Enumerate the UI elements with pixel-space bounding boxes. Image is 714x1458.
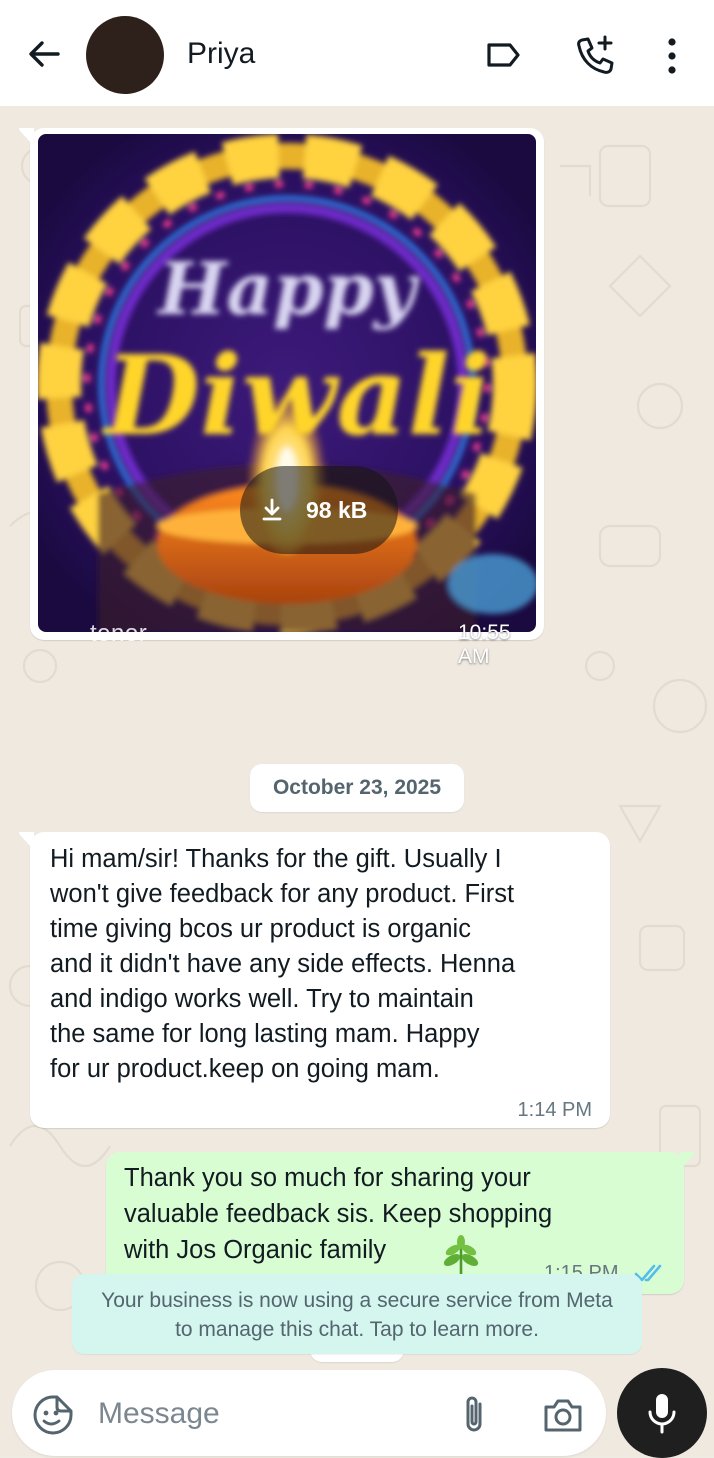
message-input[interactable] — [96, 1388, 440, 1440]
download-size-label: 98 kB — [306, 497, 368, 523]
message-time: 1:14 PM — [517, 1099, 592, 1121]
date-divider: October 23, 2025 — [250, 764, 464, 812]
avatar[interactable] — [86, 16, 164, 94]
tenor-watermark: tenor — [90, 620, 148, 647]
message-text: Hi mam/sir! Thanks for the gift. Usually… — [50, 845, 516, 1083]
diwali-gif-image[interactable]: Happy Diwali — [38, 134, 536, 632]
chat-area[interactable]: Happy Diwali 98 kB tenor 10:55 AM Octobe… — [0, 106, 714, 1456]
notice-text: Your business is now using a secure serv… — [101, 1289, 613, 1341]
voice-message-button[interactable] — [617, 1368, 707, 1458]
contact-name[interactable]: Priya — [187, 37, 255, 71]
message-time: 10:55 AM — [458, 621, 511, 668]
paperclip-icon[interactable] — [458, 1394, 492, 1436]
diwali-illustration: Happy Diwali — [38, 134, 536, 632]
message-text: Thank you so much for sharing your valua… — [124, 1164, 553, 1264]
chat-header: Priya — [0, 0, 714, 106]
more-vert-icon[interactable] — [660, 36, 684, 76]
microphone-icon — [648, 1394, 676, 1434]
sticker-icon[interactable] — [32, 1394, 74, 1436]
svg-text:Happy: Happy — [156, 246, 419, 331]
gif-message[interactable]: Happy Diwali 98 kB tenor 10:55 AM — [19, 128, 544, 668]
download-icon — [262, 498, 282, 521]
label-icon[interactable] — [484, 36, 522, 74]
incoming-message[interactable]: Hi mam/sir! Thanks for the gift. Usually… — [19, 832, 610, 1128]
svg-text:Diwali: Diwali — [102, 331, 492, 460]
back-arrow-icon[interactable] — [24, 34, 64, 74]
herb-emoji-icon — [443, 1235, 479, 1274]
camera-icon[interactable] — [542, 1396, 584, 1434]
message-composer — [12, 1370, 606, 1456]
outgoing-message[interactable]: Thank you so much for sharing your valua… — [106, 1152, 695, 1294]
business-encryption-notice[interactable]: Your business is now using a secure serv… — [72, 1274, 642, 1354]
add-call-icon[interactable] — [574, 34, 616, 76]
